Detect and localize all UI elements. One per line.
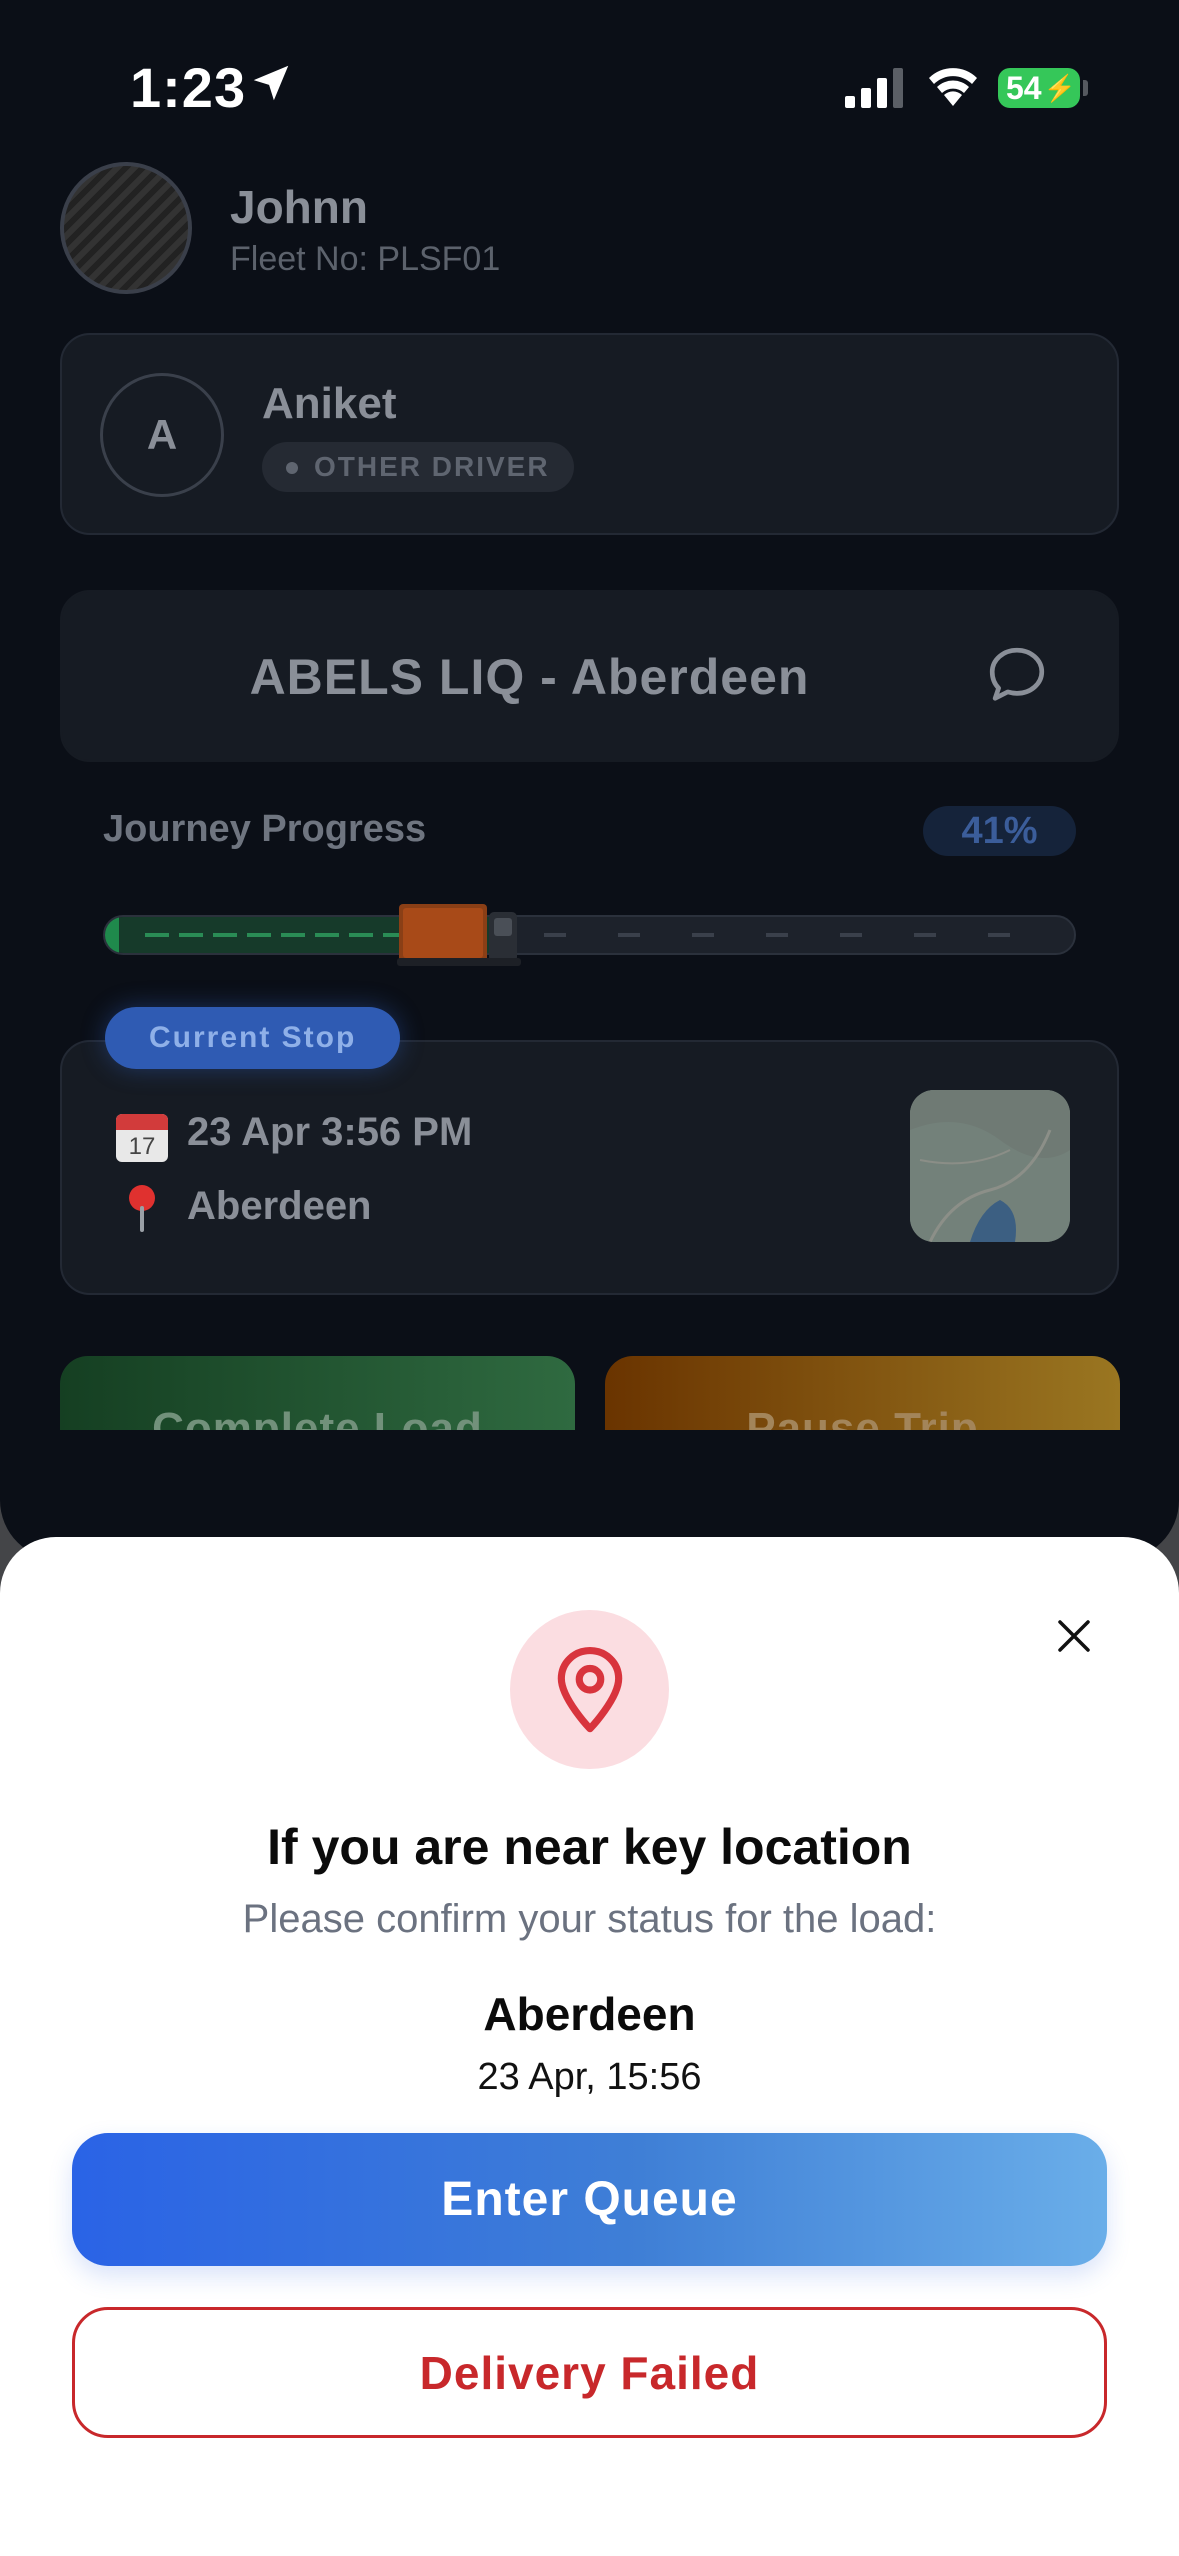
map-image [910,1090,1070,1242]
sheet-title: If you are near key location [267,1819,912,1875]
stop-location: Aberdeen [187,1184,372,1228]
journey-progress-percent: 41% [923,806,1076,856]
chat-bubble-icon[interactable] [982,640,1052,710]
current-stop-card[interactable]: 17 23 Apr 3:56 PM Aberdeen [60,1040,1119,1295]
journey-progress-bar [103,915,1076,955]
cellular-signal-icon [845,68,903,108]
fleet-number: Fleet No: PLSF01 [230,240,501,278]
map-pin-icon [129,1185,155,1232]
journey-progress-label: Journey Progress [103,808,427,850]
driver-card[interactable]: A Aniket OTHER DRIVER [60,333,1119,535]
sheet-subtitle: Please confirm your status for the load: [242,1897,937,1941]
calendar-icon: 17 [116,1114,168,1162]
enter-queue-button[interactable]: Enter Queue [72,2133,1107,2266]
wifi-icon [929,68,977,106]
status-time: 1:23 [130,56,247,119]
current-stop-badge: Current Stop [105,1007,401,1069]
user-name: Johnn [230,181,368,233]
avatar[interactable] [60,162,192,294]
route-title: ABELS LIQ - Aberdeen [249,649,810,705]
location-pin-icon [557,1646,622,1732]
svg-text:17: 17 [129,1133,156,1160]
battery-tip [1083,80,1088,96]
driver-role-badge: OTHER DRIVER [262,442,574,492]
delivery-failed-button[interactable]: Delivery Failed [72,2307,1107,2438]
driver-avatar: A [100,373,224,497]
location-arrow-icon [253,65,289,101]
progress-dashes-remaining [544,933,1038,937]
battery-level: 54 [1006,69,1042,106]
map-thumbnail[interactable] [910,1090,1070,1242]
status-bar: 1:23 54 ⚡ [0,0,1179,170]
stop-date: 23 Apr 3:56 PM [187,1110,473,1154]
truck-icon [397,904,521,966]
location-pin-badge [510,1610,669,1769]
driver-name: Aniket [262,379,397,428]
close-icon[interactable] [1050,1612,1098,1660]
sheet-location: Aberdeen [483,1988,696,2040]
battery-charging-icon: 54 ⚡ [998,68,1080,108]
route-card: ABELS LIQ - Aberdeen [60,590,1119,762]
charging-bolt-icon: ⚡ [1043,72,1076,103]
sheet-datetime: 23 Apr, 15:56 [477,2056,702,2098]
progress-start-marker [105,917,119,953]
